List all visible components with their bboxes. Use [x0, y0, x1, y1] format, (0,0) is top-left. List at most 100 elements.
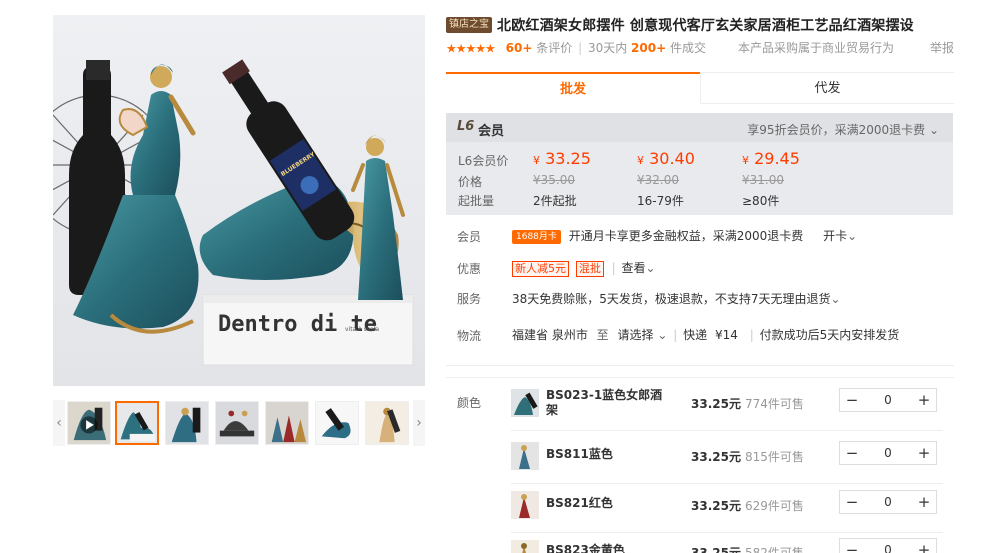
- shipping-fee: ¥14: [714, 328, 738, 342]
- sku-price: 33.25元: [691, 499, 741, 513]
- tier2-moq: 16-79件: [637, 194, 684, 208]
- shop-treasure-badge: 镇店之宝: [446, 17, 492, 33]
- member-promo-text[interactable]: 享95折会员价，采满2000退卡费 ⌄: [747, 121, 939, 138]
- price-label: 价格: [458, 175, 483, 189]
- member-price-label: L6会员价: [458, 154, 509, 168]
- sku-stock: 629件可售: [745, 499, 804, 513]
- quantity-input[interactable]: 0: [864, 491, 912, 513]
- sku-stock: 582件可售: [745, 546, 804, 553]
- plus-button[interactable]: +: [912, 539, 936, 553]
- tier1-price: ¥35.00: [533, 173, 575, 187]
- new-user-coupon[interactable]: 新人减5元: [512, 261, 569, 277]
- tier3-price: ¥31.00: [742, 173, 784, 187]
- tab-wholesale[interactable]: 批发: [446, 72, 700, 104]
- open-card-link[interactable]: 开卡⌄: [823, 229, 857, 243]
- discount-row: 新人减5元 混批 | 查看⌄: [512, 259, 656, 277]
- express-label: 快递: [683, 328, 708, 342]
- thumbnail-video[interactable]: [67, 401, 111, 445]
- plus-button[interactable]: +: [912, 442, 936, 464]
- view-discounts-link[interactable]: 查看⌄: [622, 261, 656, 275]
- product-photo: Dentro di te vita è ssola BLUEBERRY: [53, 15, 425, 386]
- thumb-next-arrow-icon[interactable]: ›: [413, 400, 425, 446]
- member-level-badge: L6: [457, 119, 475, 134]
- origin-text: 福建省 泉州市: [512, 328, 588, 342]
- tier2-price: ¥32.00: [637, 173, 679, 187]
- tier1-member-price: ¥ 33.25: [533, 149, 591, 168]
- title-row: 镇店之宝 北欧红酒架女郎摆件 创意现代客厅玄关家居酒柜工艺品红酒架摆设: [446, 15, 966, 35]
- sku-row: BS811蓝色 33.25元 815件可售 − 0 +: [511, 438, 943, 484]
- mixed-batch-badge[interactable]: 混批: [575, 261, 604, 277]
- book-title-text: Dentro di te: [218, 312, 377, 337]
- chevron-down-icon: ⌄: [657, 328, 668, 342]
- sku-thumbnail[interactable]: [511, 491, 539, 519]
- thumbnail-6[interactable]: [365, 401, 409, 445]
- moq-label: 起批量: [458, 194, 495, 208]
- sku-name: BS023-1蓝色女郎酒架: [546, 388, 663, 417]
- purchase-mode-tabs: 批发 代发: [446, 72, 954, 104]
- quantity-input[interactable]: 0: [864, 539, 912, 553]
- main-product-image[interactable]: Dentro di te vita è ssola BLUEBERRY: [53, 15, 425, 386]
- quantity-stepper: − 0 +: [839, 441, 937, 465]
- minus-button[interactable]: −: [840, 389, 864, 411]
- sales-prefix: 30天内: [587, 41, 628, 55]
- sku-thumbnail[interactable]: [511, 442, 539, 470]
- sku-name: BS821红色: [546, 496, 613, 510]
- thumbnail-2[interactable]: [165, 401, 209, 445]
- tier3-moq: ≥80件: [742, 194, 780, 208]
- thumbnail-1[interactable]: [115, 401, 159, 445]
- service-label: 服务: [457, 292, 482, 306]
- discount-label: 优惠: [457, 262, 482, 276]
- sku-row: BS823金黄色 33.25元 582件可售 − 0 +: [511, 536, 943, 553]
- sku-row: BS023-1蓝色女郎酒架 33.25元 774件可售 − 0 +: [511, 385, 943, 431]
- sku-price: 33.25元: [691, 546, 741, 553]
- thumbnail-5[interactable]: [315, 401, 359, 445]
- chevron-down-icon: ⌄: [928, 123, 939, 137]
- tier1-moq: 2件起批: [533, 194, 577, 208]
- plus-button[interactable]: +: [912, 389, 936, 411]
- sku-thumbnail[interactable]: [511, 540, 539, 553]
- tab-dropship[interactable]: 代发: [700, 72, 954, 104]
- chevron-down-icon: ⌄: [847, 229, 858, 243]
- sku-stock: 815件可售: [745, 450, 804, 464]
- quantity-stepper: − 0 +: [839, 538, 937, 553]
- section-divider: [446, 377, 954, 378]
- svg-text:vita è ssola: vita è ssola: [345, 326, 379, 333]
- minus-button[interactable]: −: [840, 539, 864, 553]
- member-header: L6 会员 享95折会员价，采满2000退卡费 ⌄: [446, 113, 953, 142]
- plus-button[interactable]: +: [912, 491, 936, 513]
- destination-select[interactable]: 请选择 ⌄: [618, 328, 668, 342]
- review-count[interactable]: 60+: [506, 41, 533, 55]
- sku-price: 33.25元: [691, 397, 741, 411]
- sku-thumbnail[interactable]: [511, 389, 539, 417]
- sku-row: BS821红色 33.25元 629件可售 − 0 +: [511, 487, 943, 533]
- sku-name: BS823金黄色: [546, 543, 625, 553]
- minus-button[interactable]: −: [840, 491, 864, 513]
- monthly-card-badge: 1688月卡: [512, 229, 561, 244]
- delivery-note: 付款成功后5天内安排发货: [759, 328, 900, 342]
- tier2-member-price: ¥ 30.40: [637, 149, 695, 168]
- tier3-member-price: ¥ 29.45: [742, 149, 800, 168]
- chevron-down-icon: ⌄: [645, 261, 656, 275]
- quantity-stepper: − 0 +: [839, 490, 937, 514]
- sku-stock: 774件可售: [745, 397, 804, 411]
- price-box: L6 会员 享95折会员价，采满2000退卡费 ⌄ L6会员价 价格 起批量 ¥…: [446, 113, 953, 215]
- review-count-suffix[interactable]: 条评价: [536, 41, 572, 55]
- logistics-label: 物流: [457, 329, 482, 343]
- member-service-row: 1688月卡 开通月卡享更多金融权益，采满2000退卡费 开卡⌄: [512, 227, 857, 244]
- report-link[interactable]: 举报: [930, 39, 954, 56]
- chevron-down-icon: ⌄: [830, 292, 841, 306]
- minus-button[interactable]: −: [840, 442, 864, 464]
- quantity-input[interactable]: 0: [864, 389, 912, 411]
- monthly-card-text: 开通月卡享更多金融权益，采满2000退卡费: [568, 229, 804, 243]
- member-service-label: 会员: [457, 230, 482, 244]
- thumbnail-4[interactable]: [265, 401, 309, 445]
- product-title: 北欧红酒架女郎摆件 创意现代客厅玄关家居酒柜工艺品红酒架摆设: [497, 18, 914, 34]
- member-title: 会员: [478, 124, 505, 139]
- thumbnail-3[interactable]: [215, 401, 259, 445]
- sku-name: BS811蓝色: [546, 447, 613, 461]
- thumb-prev-arrow-icon[interactable]: ‹: [53, 400, 65, 446]
- service-row[interactable]: 38天免费赊账，5天发货，极速退款，不支持7天无理由退货⌄: [512, 290, 841, 307]
- quantity-input[interactable]: 0: [864, 442, 912, 464]
- sku-price: 33.25元: [691, 450, 741, 464]
- thumbnail-strip: ‹ ›: [53, 400, 425, 447]
